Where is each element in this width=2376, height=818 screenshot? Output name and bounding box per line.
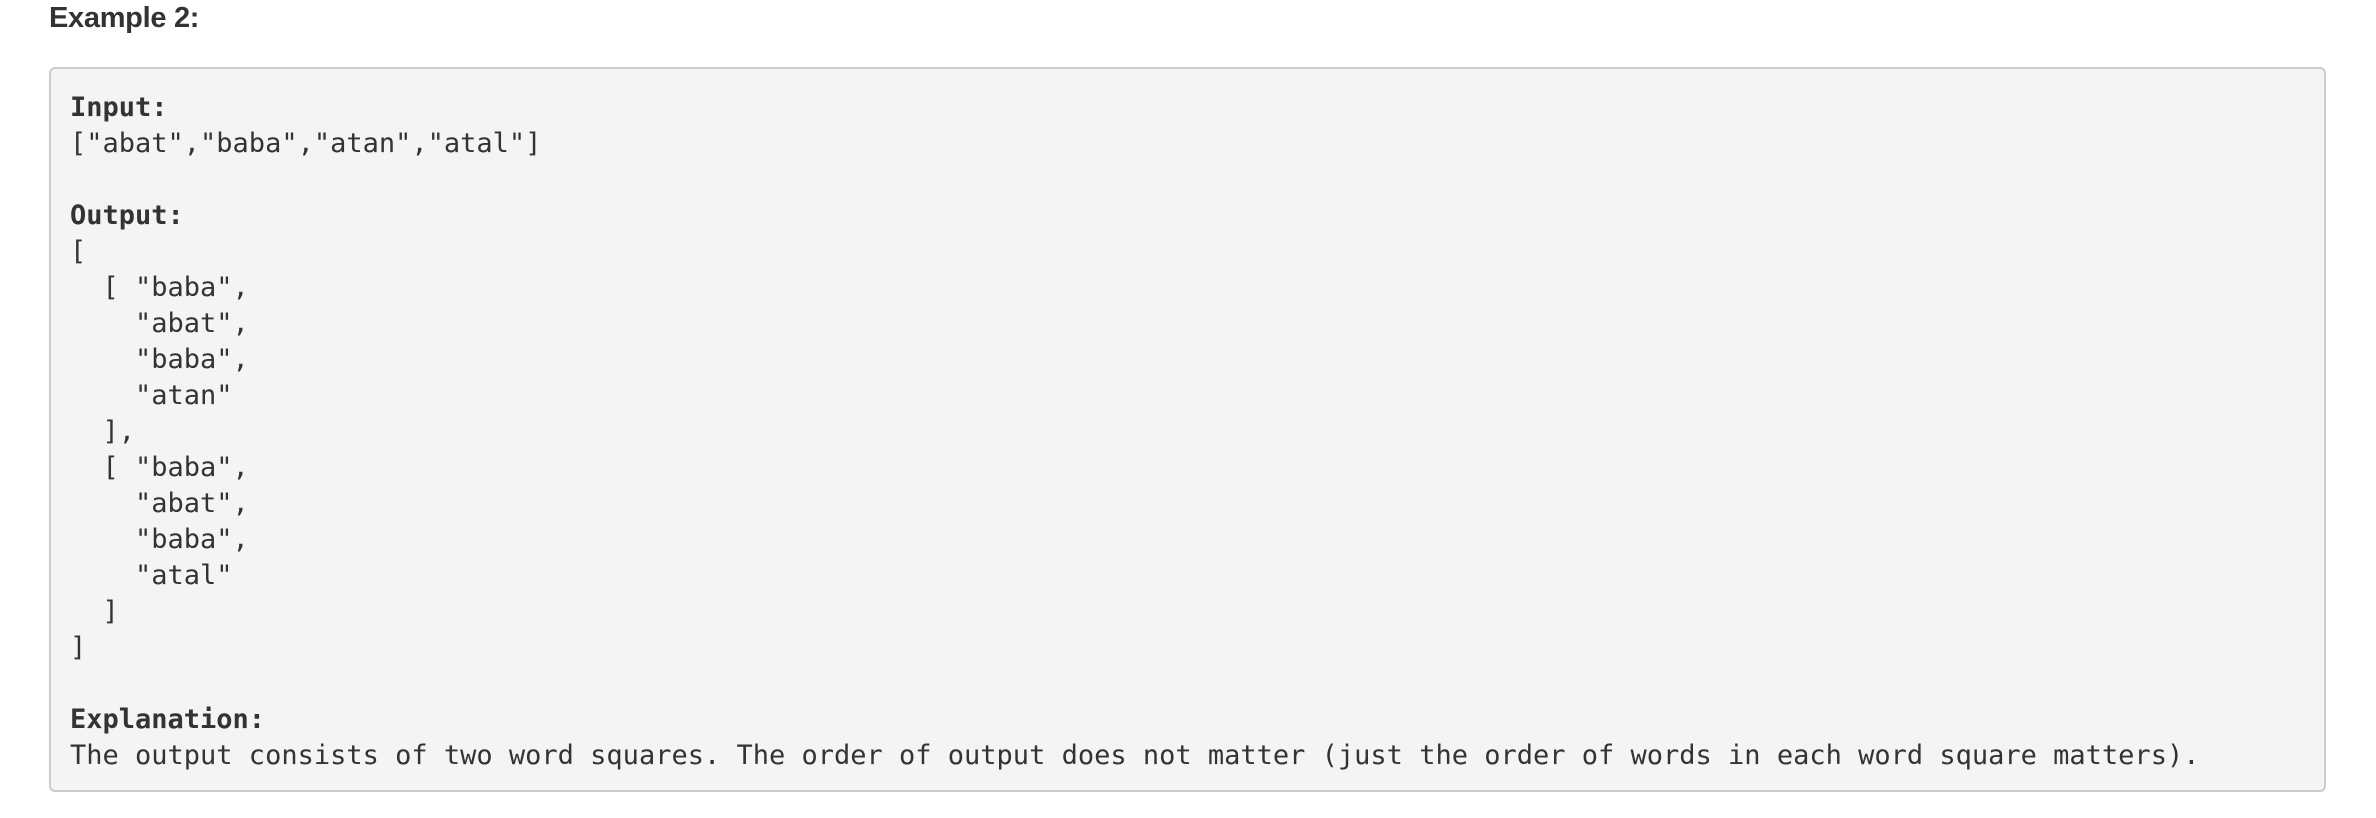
output-line: "abat",	[70, 488, 249, 519]
input-value: ["abat","baba","atan","atal"]	[70, 128, 542, 159]
output-label: Output:	[70, 200, 184, 231]
output-line: ]	[70, 632, 87, 663]
output-line: ],	[70, 416, 136, 447]
explanation-label: Explanation:	[70, 704, 266, 735]
output-line: "abat",	[70, 308, 249, 339]
output-line: "atan"	[70, 380, 233, 411]
example-heading: Example 2:	[49, 2, 200, 34]
output-line: "baba",	[70, 524, 249, 555]
explanation-text: The output consists of two word squares.…	[70, 740, 2200, 771]
output-line: ]	[70, 596, 119, 627]
input-label: Input:	[70, 92, 168, 123]
example-code-block: Input: ["abat","baba","atan","atal"] Outpu…	[49, 67, 2326, 792]
output-line: [ "baba",	[70, 452, 249, 483]
output-line: "atal"	[70, 560, 233, 591]
output-line: [	[70, 236, 87, 267]
output-line: [ "baba",	[70, 272, 249, 303]
output-line: "baba",	[70, 344, 249, 375]
